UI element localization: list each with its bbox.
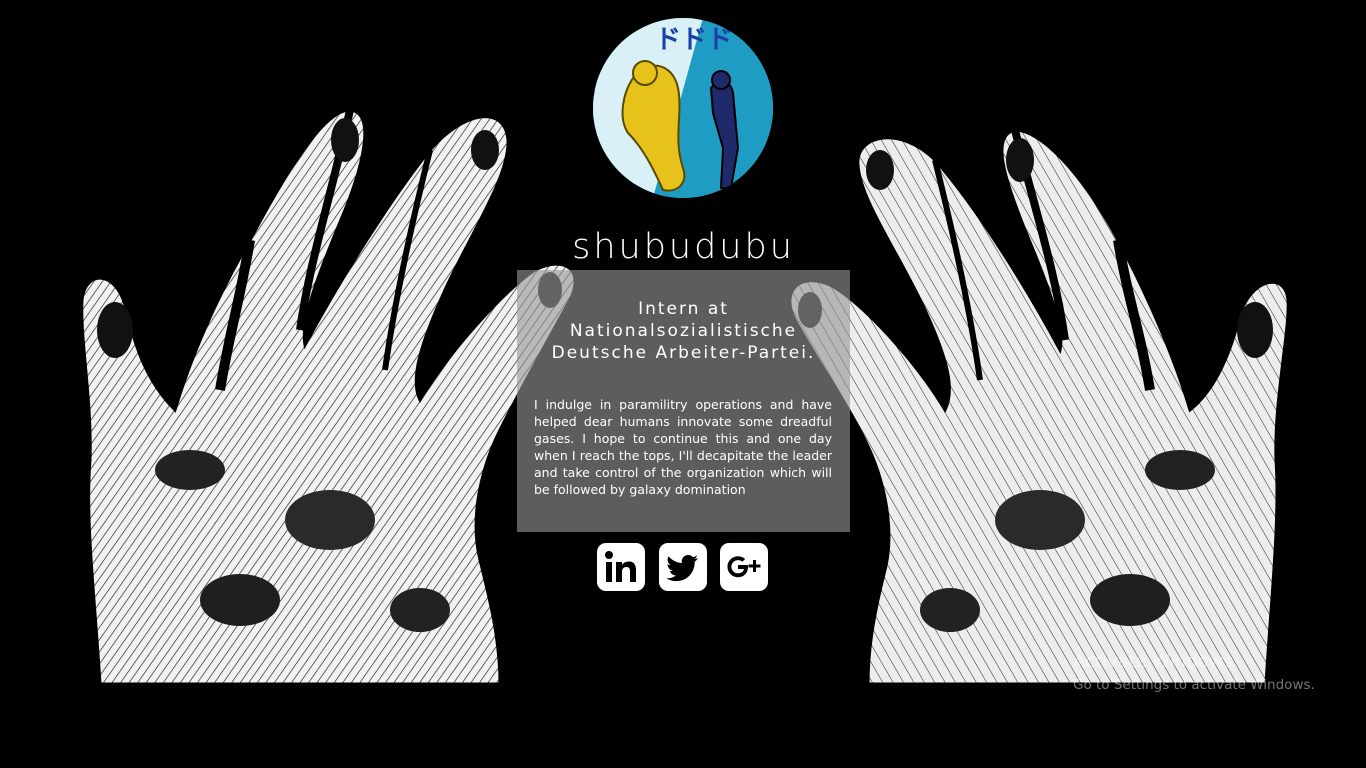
left-hand xyxy=(80,108,577,684)
profile-page: ドドド shubudubu Intern at Nationalsozialis… xyxy=(0,0,1366,768)
watermark-title: Activate Windows xyxy=(1073,651,1233,672)
linkedin-icon xyxy=(605,551,636,582)
profile-role: Intern at Nationalsozialistische Deutsch… xyxy=(517,298,850,364)
social-links xyxy=(597,543,769,593)
avatar-sfx-text: ドドド xyxy=(655,25,733,55)
role-line: Nationalsozialistische xyxy=(569,321,798,341)
twitter-icon xyxy=(666,555,698,582)
profile-avatar: ドドド xyxy=(593,18,773,198)
role-line: Intern at xyxy=(638,299,729,319)
role-line: Deutsche Arbeiter-Partei. xyxy=(551,343,816,363)
profile-name: shubudubu xyxy=(572,227,795,267)
linkedin-button[interactable] xyxy=(597,543,645,591)
google-plus-button[interactable] xyxy=(720,543,768,591)
manga-panel-avatar-icon: ドドド xyxy=(593,18,773,198)
profile-bio: I indulge in paramilitry operations and … xyxy=(534,397,832,497)
watermark-subtitle: Go to Settings to activate Windows. xyxy=(1073,677,1315,693)
windows-activation-watermark: Activate Windows Go to Settings to activ… xyxy=(1073,651,1363,694)
twitter-button[interactable] xyxy=(659,543,707,591)
google-plus-icon xyxy=(727,556,761,578)
right-hand xyxy=(788,128,1290,684)
